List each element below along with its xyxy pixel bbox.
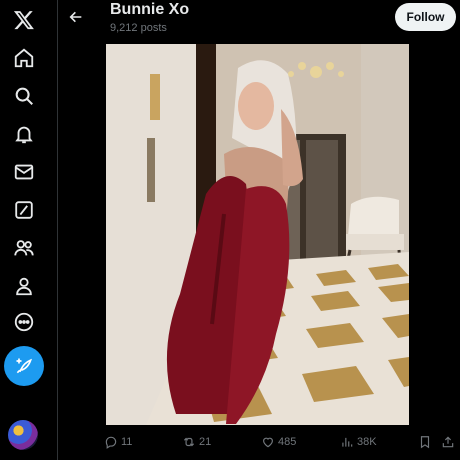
repost-count: 21 <box>199 436 212 448</box>
heart-icon <box>263 437 273 448</box>
bell-icon[interactable] <box>6 116 42 152</box>
nav-rail <box>0 0 48 460</box>
reply-icon <box>105 436 117 449</box>
like-count: 485 <box>278 436 297 448</box>
reply-count: 11 <box>121 436 133 448</box>
view-count: 38K <box>357 436 377 448</box>
like-button[interactable]: 485 <box>261 430 296 454</box>
x-logo-icon[interactable] <box>6 2 42 38</box>
person-icon[interactable] <box>6 268 42 304</box>
follow-button[interactable]: Follow <box>395 3 456 31</box>
compose-button[interactable] <box>4 346 44 386</box>
back-button[interactable] <box>64 5 88 29</box>
bookmark-icon <box>420 436 430 449</box>
repost-button[interactable]: 21 <box>182 430 211 454</box>
share-button[interactable] <box>441 430 455 454</box>
bar-chart-icon <box>342 437 353 447</box>
mail-icon[interactable] <box>6 154 42 190</box>
more-circle-icon[interactable] <box>6 304 42 340</box>
bookmark-button[interactable] <box>418 430 432 454</box>
profile-name: Bunnie Xo <box>110 1 190 18</box>
share-icon <box>442 436 454 448</box>
post-actions: 11 21 485 38K <box>0 430 460 454</box>
slash-square-icon[interactable] <box>6 192 42 228</box>
people-icon[interactable] <box>6 230 42 266</box>
repost-icon <box>183 437 195 447</box>
views-button[interactable]: 38K <box>340 430 377 454</box>
column-divider <box>57 0 58 460</box>
posts-count: 9,212 posts <box>110 22 167 34</box>
search-icon[interactable] <box>6 78 42 114</box>
reply-button[interactable]: 11 <box>104 430 132 454</box>
feather-plus-icon <box>16 358 33 374</box>
home-icon[interactable] <box>6 40 42 76</box>
post-photo[interactable] <box>106 44 409 425</box>
arrow-left-icon <box>69 11 82 23</box>
